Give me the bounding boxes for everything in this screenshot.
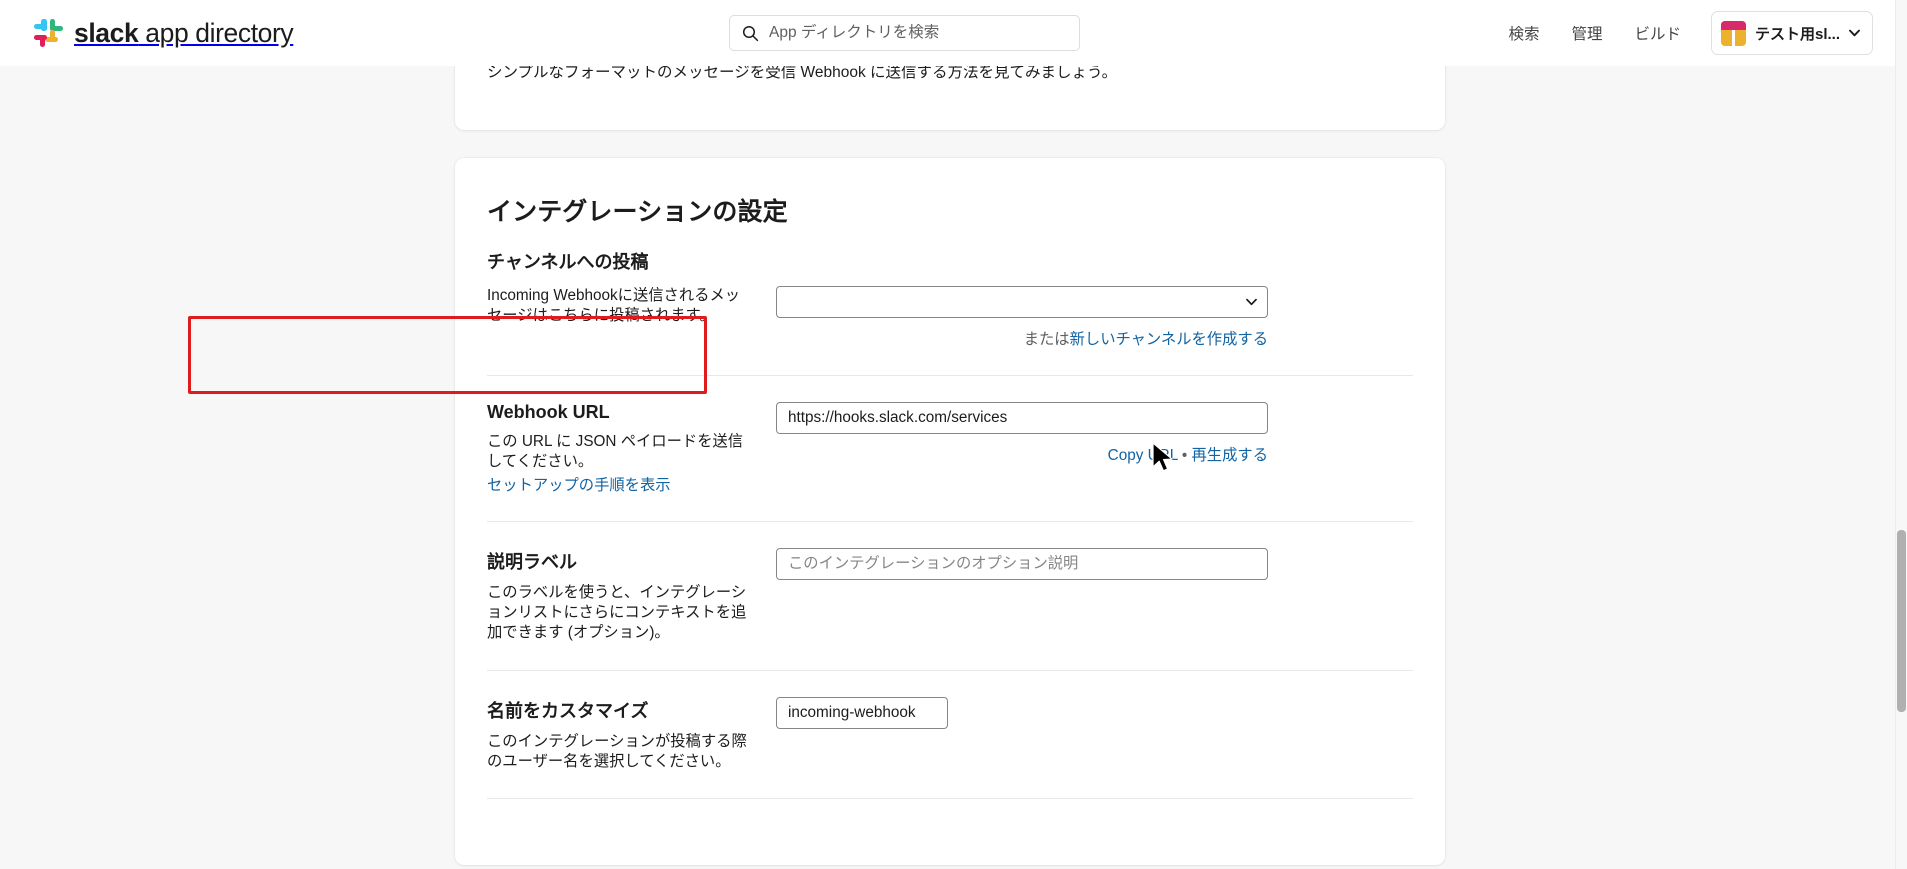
post-to-channel-description: Incoming Webhookに送信されるメッセージはこちらに投稿されます。 bbox=[487, 287, 741, 325]
copy-url-link[interactable]: Copy URL bbox=[1108, 447, 1178, 464]
create-new-channel-link[interactable]: 新しいチャンネルを作成する bbox=[1070, 331, 1268, 348]
chevron-down-icon bbox=[1849, 29, 1860, 37]
clipped-instruction-text: シンプルなフォーマットのメッセージを受信 Webhook に送信する方法を見てみ… bbox=[487, 66, 1118, 81]
post-to-channel-row: Incoming Webhookに送信されるメッセージはこちらに投稿されます。 … bbox=[487, 286, 1413, 349]
previous-section-card: シンプルなフォーマットのメッセージを受信 Webhook に送信する方法を見てみ… bbox=[455, 66, 1445, 130]
header-nav-right: 検索 管理 ビルド テスト用sl... bbox=[1492, 0, 1873, 66]
workspace-name: テスト用sl... bbox=[1754, 25, 1840, 43]
post-to-channel-description-column: Incoming Webhookに送信されるメッセージはこちらに投稿されます。 bbox=[487, 286, 772, 327]
top-navigation-bar: slack app directory 検索 管理 ビルド テスト用sl... bbox=[0, 0, 1895, 66]
description-label-control-column bbox=[772, 547, 1413, 580]
webhook-url-actions: Copy URL • 再生成する bbox=[776, 443, 1268, 465]
brand-name-light: app directory bbox=[138, 17, 294, 48]
description-label-description: このラベルを使うと、インテグレーションリストにさらにコンテキストを追加できます … bbox=[487, 583, 747, 642]
slack-logo-icon bbox=[34, 18, 63, 48]
workspace-avatar bbox=[1720, 20, 1746, 46]
nav-item-manage[interactable]: 管理 bbox=[1555, 22, 1618, 44]
customize-name-label: 名前をカスタマイズ bbox=[487, 700, 649, 721]
brand-name-bold: slack bbox=[74, 17, 139, 48]
vertical-scrollbar-track[interactable] bbox=[1895, 0, 1907, 869]
webhook-url-label: Webhook URL bbox=[487, 402, 610, 422]
search-box[interactable] bbox=[729, 15, 1080, 51]
channel-select[interactable] bbox=[776, 286, 1268, 318]
description-label-row: 説明ラベル このラベルを使うと、インテグレーションリストにさらにコンテキストを追… bbox=[487, 547, 1413, 644]
divider bbox=[487, 798, 1413, 800]
customize-name-input[interactable] bbox=[776, 696, 948, 729]
regenerate-link[interactable]: 再生成する bbox=[1192, 447, 1269, 464]
integration-settings-card: インテグレーションの設定 チャンネルへの投稿 Incoming Webhookに… bbox=[455, 158, 1445, 866]
vertical-scrollbar-thumb[interactable] bbox=[1897, 530, 1906, 712]
search-input[interactable] bbox=[769, 24, 1067, 42]
divider bbox=[487, 669, 1413, 671]
customize-name-row: 名前をカスタマイズ このインテグレーションが投稿する際のユーザー名を選択してくだ… bbox=[487, 696, 1413, 773]
or-text: または bbox=[1023, 331, 1070, 348]
search-container bbox=[729, 15, 1080, 51]
chevron-down-icon bbox=[1246, 298, 1257, 306]
workspace-switcher-button[interactable]: テスト用sl... bbox=[1710, 11, 1873, 55]
customize-name-description: このインテグレーションが投稿する際のユーザー名を選択してください。 bbox=[487, 732, 747, 771]
post-to-channel-control-column: または新しいチャンネルを作成する bbox=[772, 286, 1413, 349]
link-separator: • bbox=[1181, 447, 1188, 464]
webhook-url-row: Webhook URL この URL に JSON ペイロードを送信してください… bbox=[487, 402, 1413, 495]
post-to-channel-heading: チャンネルへの投稿 bbox=[487, 252, 649, 272]
nav-item-build[interactable]: ビルド bbox=[1618, 22, 1697, 44]
setup-instructions-link[interactable]: セットアップの手順を表示 bbox=[487, 477, 671, 494]
search-icon bbox=[742, 25, 759, 41]
divider bbox=[487, 520, 1413, 522]
customize-name-control-column bbox=[772, 696, 1413, 729]
description-label-description-column: 説明ラベル このラベルを使うと、インテグレーションリストにさらにコンテキストを追… bbox=[487, 548, 772, 644]
brand-home-link[interactable]: slack app directory bbox=[34, 17, 294, 49]
create-channel-row: または新しいチャンネルを作成する bbox=[776, 327, 1268, 349]
description-label-label: 説明ラベル bbox=[487, 551, 577, 572]
webhook-url-control-column: Copy URL • 再生成する bbox=[772, 402, 1413, 465]
description-label-input[interactable] bbox=[776, 547, 1268, 580]
nav-item-search[interactable]: 検索 bbox=[1492, 22, 1555, 44]
page-scroll-region[interactable]: シンプルなフォーマットのメッセージを受信 Webhook に送信する方法を見てみ… bbox=[0, 66, 1895, 869]
page-title: インテグレーションの設定 bbox=[487, 198, 788, 226]
brand-wordmark: slack app directory bbox=[74, 17, 294, 49]
customize-name-description-column: 名前をカスタマイズ このインテグレーションが投稿する際のユーザー名を選択してくだ… bbox=[487, 697, 772, 773]
webhook-url-input[interactable] bbox=[776, 402, 1268, 434]
divider bbox=[487, 375, 1413, 376]
webhook-url-description-column: Webhook URL この URL に JSON ペイロードを送信してください… bbox=[487, 402, 772, 495]
webhook-url-description: この URL に JSON ペイロードを送信してください。 bbox=[487, 433, 744, 471]
